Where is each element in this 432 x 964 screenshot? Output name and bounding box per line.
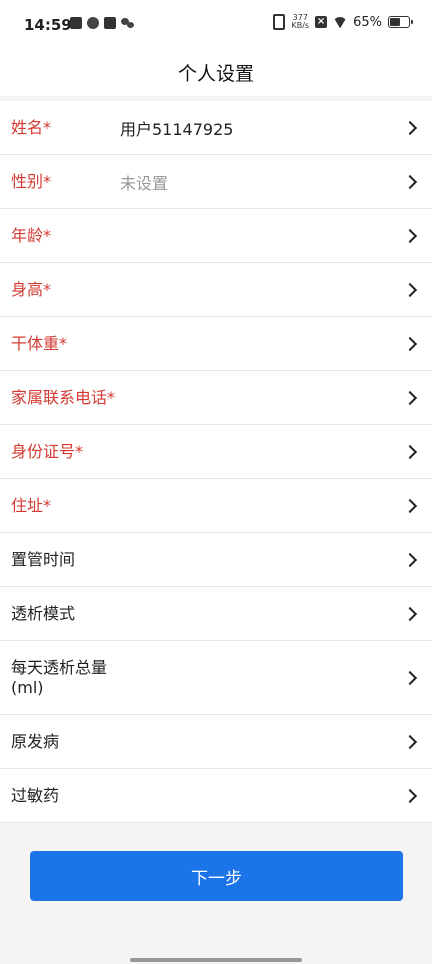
network-speed-unit: KB/s — [291, 21, 310, 30]
settings-list: 姓名* 用户51147925 性别* 未设置年龄* 身高* 干体重* 家属联系电话* 身份证号… — [0, 101, 432, 823]
page-title: 个人设置 — [177, 63, 254, 85]
wechat-icon — [121, 17, 135, 29]
status-time: 14:59 — [24, 16, 72, 34]
settings-row[interactable]: 身高* — [0, 263, 432, 317]
row-label: 透析模式 — [11, 603, 76, 623]
settings-row[interactable]: 性别* 未设置 — [0, 155, 432, 209]
row-value: 未设置 — [120, 173, 169, 193]
row-label: 置管时间 — [11, 549, 76, 569]
chevron-right-icon — [402, 788, 418, 803]
status-system-icons: 377 KB/s × 65% — [273, 14, 413, 30]
sync-app-icon — [87, 17, 99, 29]
settings-row[interactable]: 年龄* — [0, 209, 432, 263]
chevron-right-icon — [402, 120, 418, 135]
chevron-right-icon — [402, 734, 418, 749]
row-value: 用户51147925 — [120, 119, 234, 139]
chevron-right-icon — [402, 336, 418, 351]
no-sim-icon: × — [315, 16, 328, 28]
status-bar: 14:59 377 KB/s × 65% — [0, 0, 432, 50]
home-indicator[interactable] — [130, 958, 302, 962]
chevron-right-icon — [402, 670, 418, 685]
row-label: 年龄* — [11, 225, 52, 245]
row-label: 性别* — [11, 171, 52, 191]
notification-app-icon — [70, 17, 82, 29]
settings-row[interactable]: 置管时间 — [0, 533, 432, 587]
next-step-button[interactable]: 下一步 — [30, 851, 403, 901]
battery-fill — [390, 18, 401, 26]
row-label: 住址* — [11, 495, 52, 515]
chevron-right-icon — [402, 606, 418, 621]
row-label: 过敏药 — [11, 785, 60, 805]
wifi-icon — [333, 17, 347, 28]
settings-row[interactable]: 每天透析总量(ml) — [0, 641, 432, 715]
chevron-right-icon — [402, 498, 418, 513]
settings-row[interactable]: 干体重* — [0, 317, 432, 371]
row-label: 姓名* — [11, 117, 52, 137]
chevron-right-icon — [402, 444, 418, 459]
battery-percent: 65% — [353, 14, 382, 30]
chevron-right-icon — [402, 174, 418, 189]
row-label: 原发病 — [11, 731, 60, 751]
chevron-right-icon — [402, 282, 418, 297]
chevron-right-icon — [402, 228, 418, 243]
settings-row[interactable]: 原发病 — [0, 715, 432, 769]
settings-row[interactable]: 姓名* 用户51147925 — [0, 101, 432, 155]
row-label: 身高* — [11, 279, 52, 299]
nav-bar: 个人设置 — [0, 50, 432, 96]
row-label: 身份证号* — [11, 441, 84, 461]
row-label: 每天透析总量(ml) — [11, 657, 108, 697]
row-label: 家属联系电话* — [11, 387, 116, 407]
settings-row[interactable]: 过敏药 — [0, 769, 432, 823]
row-label: 干体重* — [11, 333, 68, 353]
chevron-right-icon — [402, 390, 418, 405]
vibrate-icon — [273, 14, 286, 30]
settings-row[interactable]: 住址* — [0, 479, 432, 533]
network-speed: 377 KB/s — [291, 14, 309, 30]
battery-icon — [388, 16, 413, 28]
chevron-right-icon — [402, 552, 418, 567]
settings-row[interactable]: 透析模式 — [0, 587, 432, 641]
settings-row[interactable]: 身份证号* — [0, 425, 432, 479]
status-notification-icons — [70, 17, 135, 29]
mail-icon — [104, 17, 116, 29]
settings-row[interactable]: 家属联系电话* — [0, 371, 432, 425]
